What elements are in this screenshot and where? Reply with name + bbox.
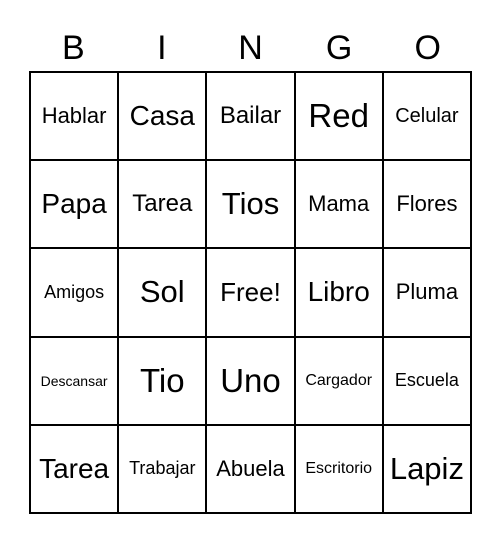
- bingo-cell[interactable]: Escritorio: [294, 424, 383, 513]
- bingo-cell[interactable]: Papa: [30, 160, 119, 249]
- bingo-cell[interactable]: Tarea: [30, 424, 119, 513]
- bingo-cell[interactable]: Hablar: [30, 72, 119, 161]
- bingo-cell[interactable]: Tarea: [118, 160, 207, 249]
- header-letter-n: N: [238, 29, 263, 67]
- header-letter-o: O: [414, 29, 441, 67]
- bingo-cell[interactable]: Celular: [382, 72, 471, 161]
- bingo-cell[interactable]: Amigos: [30, 248, 119, 337]
- bingo-cell[interactable]: Uno: [206, 336, 295, 425]
- bingo-cell[interactable]: Lapiz: [382, 424, 471, 513]
- bingo-cell[interactable]: Mama: [294, 160, 383, 249]
- bingo-cell[interactable]: Bailar: [206, 72, 295, 161]
- bingo-cell[interactable]: Flores: [382, 160, 471, 249]
- bingo-board: Hablar Casa Bailar Red Celular Papa Tare…: [29, 71, 472, 514]
- bingo-cell[interactable]: Tio: [118, 336, 207, 425]
- bingo-header: B I N G O: [29, 26, 472, 70]
- header-letter-b: B: [61, 29, 85, 67]
- bingo-cell[interactable]: Libro: [294, 248, 383, 337]
- bingo-cell[interactable]: Tios: [206, 160, 295, 249]
- bingo-cell[interactable]: Pluma: [382, 248, 471, 337]
- bingo-cell[interactable]: Trabajar: [118, 424, 207, 513]
- free-space-cell[interactable]: Free!: [206, 248, 295, 337]
- bingo-cell[interactable]: Descansar: [30, 336, 119, 425]
- bingo-cell[interactable]: Cargador: [294, 336, 383, 425]
- header-letter-i: I: [157, 29, 167, 67]
- bingo-cell[interactable]: Escuela: [382, 336, 471, 425]
- bingo-cell[interactable]: Abuela: [206, 424, 295, 513]
- bingo-cell[interactable]: Casa: [118, 72, 207, 161]
- bingo-cell[interactable]: Sol: [118, 248, 207, 337]
- header-letter-g: G: [325, 29, 353, 67]
- bingo-cell[interactable]: Red: [294, 72, 383, 161]
